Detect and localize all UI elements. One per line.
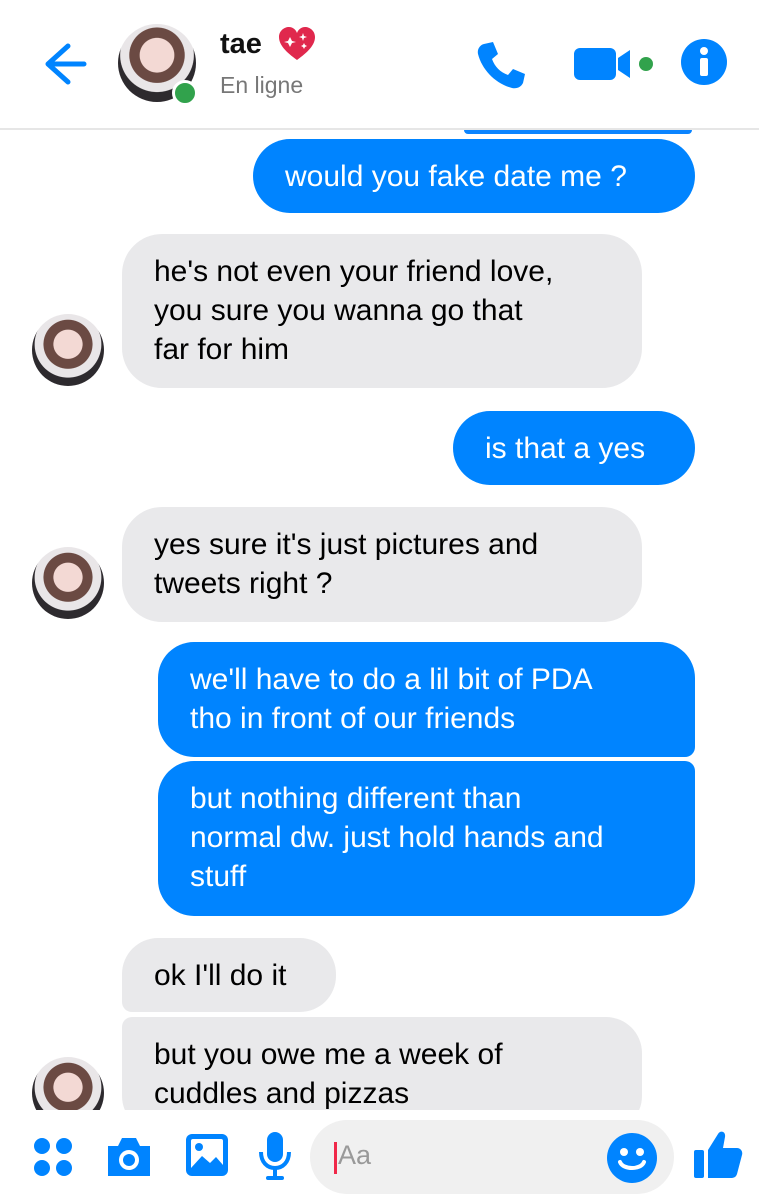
sender-avatar[interactable] bbox=[32, 1057, 104, 1110]
info-icon bbox=[681, 39, 727, 85]
image-icon bbox=[186, 1134, 228, 1176]
voice-button[interactable] bbox=[258, 1130, 292, 1182]
message-bubble-outgoing[interactable]: is that a yes bbox=[453, 411, 695, 485]
camera-button[interactable] bbox=[104, 1134, 154, 1180]
sparkling-heart-icon bbox=[279, 27, 315, 60]
arrow-left-icon bbox=[45, 43, 87, 85]
message-bubble-partial bbox=[464, 130, 692, 134]
smiley-icon bbox=[607, 1133, 657, 1183]
message-bubble-incoming[interactable]: but you owe me a week of cuddles and piz… bbox=[122, 1017, 642, 1110]
message-thread[interactable]: would you fake date me ? he's not even y… bbox=[0, 130, 759, 1110]
thumbs-up-icon bbox=[694, 1131, 743, 1178]
phone-icon bbox=[477, 42, 525, 89]
voice-call-button[interactable] bbox=[474, 38, 528, 92]
message-bubble-incoming[interactable]: yes sure it's just pictures and tweets r… bbox=[122, 507, 642, 622]
online-indicator bbox=[172, 80, 198, 106]
conversation-header: tae En ligne bbox=[0, 0, 759, 130]
message-bubble-outgoing[interactable]: would you fake date me ? bbox=[253, 139, 695, 213]
contact-name[interactable]: tae bbox=[220, 28, 262, 61]
contact-avatar[interactable] bbox=[118, 24, 198, 106]
message-bubble-incoming[interactable]: ok I'll do it bbox=[122, 938, 336, 1012]
camera-icon bbox=[108, 1138, 150, 1176]
like-button[interactable] bbox=[692, 1128, 744, 1180]
four-dots-icon bbox=[34, 1138, 72, 1176]
message-input-placeholder: Aa bbox=[338, 1140, 372, 1170]
sender-avatar[interactable] bbox=[32, 314, 104, 386]
video-camera-icon bbox=[574, 48, 653, 80]
presence-status: En ligne bbox=[220, 72, 304, 98]
microphone-icon bbox=[259, 1132, 291, 1180]
message-input[interactable]: Aa bbox=[310, 1120, 674, 1194]
message-bubble-outgoing[interactable]: we'll have to do a lil bit of PDA tho in… bbox=[158, 642, 695, 757]
more-actions-button[interactable] bbox=[32, 1136, 76, 1180]
back-button[interactable] bbox=[38, 40, 90, 88]
info-button[interactable] bbox=[680, 38, 728, 86]
emoji-button[interactable] bbox=[606, 1132, 658, 1184]
message-bubble-outgoing[interactable]: but nothing different than normal dw. ju… bbox=[158, 761, 695, 916]
message-composer: Aa bbox=[0, 1110, 759, 1200]
sender-avatar[interactable] bbox=[32, 547, 104, 619]
gallery-button[interactable] bbox=[184, 1132, 230, 1178]
video-call-button[interactable] bbox=[572, 42, 660, 86]
message-bubble-incoming[interactable]: he's not even your friend love, you sure… bbox=[122, 234, 642, 388]
text-caret bbox=[334, 1142, 337, 1174]
